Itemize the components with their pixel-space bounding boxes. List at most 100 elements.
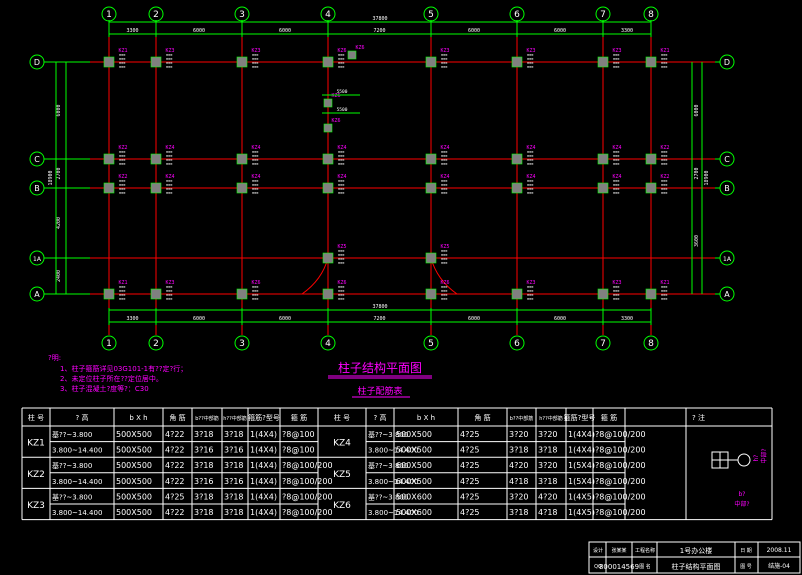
table-column-id: KZ1 [27, 439, 45, 449]
table-cell: 3?16 [194, 477, 214, 486]
table-cell: 3.800~14.400 [52, 447, 102, 455]
dim-label: 6000 [554, 28, 566, 34]
axis-bubble-row-label: 1A [723, 256, 732, 263]
column-kz4 [322, 182, 334, 194]
column-rebar-note: ≡≡≡ [661, 191, 667, 195]
table-cell: 3?18 [509, 446, 529, 455]
dim-label: 6000 [554, 316, 566, 322]
column-rebar-note: ≡≡≡ [252, 65, 258, 69]
column-kz3 [511, 288, 523, 300]
table-cell: 600X500 [396, 477, 432, 486]
table-cell: 3?18 [224, 492, 244, 501]
column-rebar-note: ≡≡≡ [338, 261, 344, 265]
table-cell: 3?18 [224, 508, 244, 517]
table-cell: ?8@100/200 [595, 492, 646, 501]
table-cell: 500X500 [116, 446, 152, 455]
column-rebar-note: ≡≡≡ [441, 261, 447, 265]
dim-label: 3300 [621, 28, 633, 34]
extra-dim-label: 5500 [337, 107, 348, 113]
title-block-drawing: 柱子结构平面图 [672, 562, 721, 571]
column-rebar-note: ≡≡≡ [613, 162, 619, 166]
table-header: 柱 号 [334, 413, 350, 422]
table-cell: 500X600 [396, 508, 432, 517]
column-kz1 [103, 288, 115, 300]
table-header: b??中部筋 [195, 415, 218, 422]
table-header: b X h [129, 414, 147, 422]
column-rebar-note: ≡≡≡ [166, 162, 172, 166]
column-rebar-note: ≡≡≡ [527, 162, 533, 166]
table-cell: ?8@100/200 [595, 430, 646, 439]
title-block-sheet-label: 图 号 [740, 564, 752, 570]
title-block-drawing-label: 图 名 [639, 563, 651, 570]
table-column-id: KZ4 [333, 439, 351, 449]
drawing-title: 柱子结构平面图 [338, 360, 422, 375]
axis-bubble-col-label: 4 [325, 10, 331, 20]
table-cell: 3?18 [194, 492, 214, 501]
column-rebar-note: ≡≡≡ [661, 297, 667, 301]
legend-sub: 中部? [760, 448, 768, 463]
table-cell: 600X500 [396, 461, 432, 470]
table-column-id: KZ6 [333, 501, 351, 511]
table-cell: 4?25 [460, 430, 480, 439]
table-header: h??中部筋 [223, 415, 246, 422]
column-kz6 [322, 56, 334, 68]
column-extra-label: KZ6 [355, 45, 364, 51]
column-kz3 [511, 56, 523, 68]
table-cell: ?8@100/200 [282, 492, 333, 501]
column-rebar-note: ≡≡≡ [252, 162, 258, 166]
table-cell: 1(4X4) [250, 477, 277, 486]
table-header-note: ? 注 [692, 413, 705, 422]
column-kz3 [597, 56, 609, 68]
table-title: 柱子配筋表 [357, 385, 402, 397]
column-rebar-note: ≡≡≡ [613, 191, 619, 195]
column-kz5 [425, 252, 437, 264]
column-kz4 [236, 153, 248, 165]
table-cell: 4?25 [460, 508, 480, 517]
right-dim-label: 2700 [694, 167, 700, 179]
table-column-id: KZ5 [333, 470, 351, 480]
axis-bubble-row-label: C [34, 155, 40, 164]
table-cell: 1(5X4) [568, 461, 595, 470]
column-kz5 [322, 252, 334, 264]
axis-bubble-col-label: 8 [648, 10, 654, 20]
column-rebar-note: ≡≡≡ [166, 191, 172, 195]
column-rebar-note: ≡≡≡ [119, 162, 125, 166]
axis-bubble-col-label: 5 [428, 10, 434, 20]
axis-bubble-row-label: B [34, 184, 40, 193]
column-rebar-note: ≡≡≡ [166, 297, 172, 301]
table-cell: ?8@100/200 [282, 508, 333, 517]
table-column-id: KZ3 [27, 501, 45, 511]
legend-sub: 中部? [734, 500, 749, 508]
table-header: ? 高 [76, 413, 89, 422]
table-cell: 1(4X5) [568, 492, 595, 501]
notes-heading: ?明: [48, 354, 61, 362]
table-header: ? 高 [374, 413, 387, 422]
table-cell: 3?18 [538, 446, 558, 455]
column-kz3 [150, 56, 162, 68]
table-header: 角 筋 [169, 413, 185, 422]
column-rebar-note: ≡≡≡ [338, 65, 344, 69]
dim-label: 6000 [193, 316, 205, 322]
column-extra-label: KZ6 [331, 118, 340, 124]
right-dim-label: 6000 [694, 104, 700, 116]
left-dim-label: 2700 [56, 167, 62, 179]
table-cell: 基??~3.800 [52, 430, 92, 439]
table-cell: 3?16 [194, 446, 214, 455]
title-block-date-label: 日 期 [740, 548, 752, 554]
column-rebar-note: ≡≡≡ [527, 65, 533, 69]
table-cell: 3.800~14.400 [52, 478, 102, 486]
table-cell: 4?22 [165, 508, 185, 517]
left-dim-label: 4200 [56, 217, 62, 229]
column-kz2 [103, 153, 115, 165]
table-header: 角 筋 [474, 413, 490, 422]
axis-bubble-col-label: 1 [106, 10, 112, 20]
table-header: 箍 筋 [291, 413, 307, 422]
notes-item: 3、柱子混凝土?度等?：C30 [60, 384, 149, 393]
column-kz6 [322, 288, 334, 300]
table-cell: 1(4X5) [568, 508, 595, 517]
table-cell: 3.800~14.400 [52, 509, 102, 517]
column-kz4 [597, 153, 609, 165]
legend-h: h? [753, 455, 760, 462]
table-header: h??中部筋 [539, 415, 562, 422]
table-cell: 4?22 [165, 461, 185, 470]
